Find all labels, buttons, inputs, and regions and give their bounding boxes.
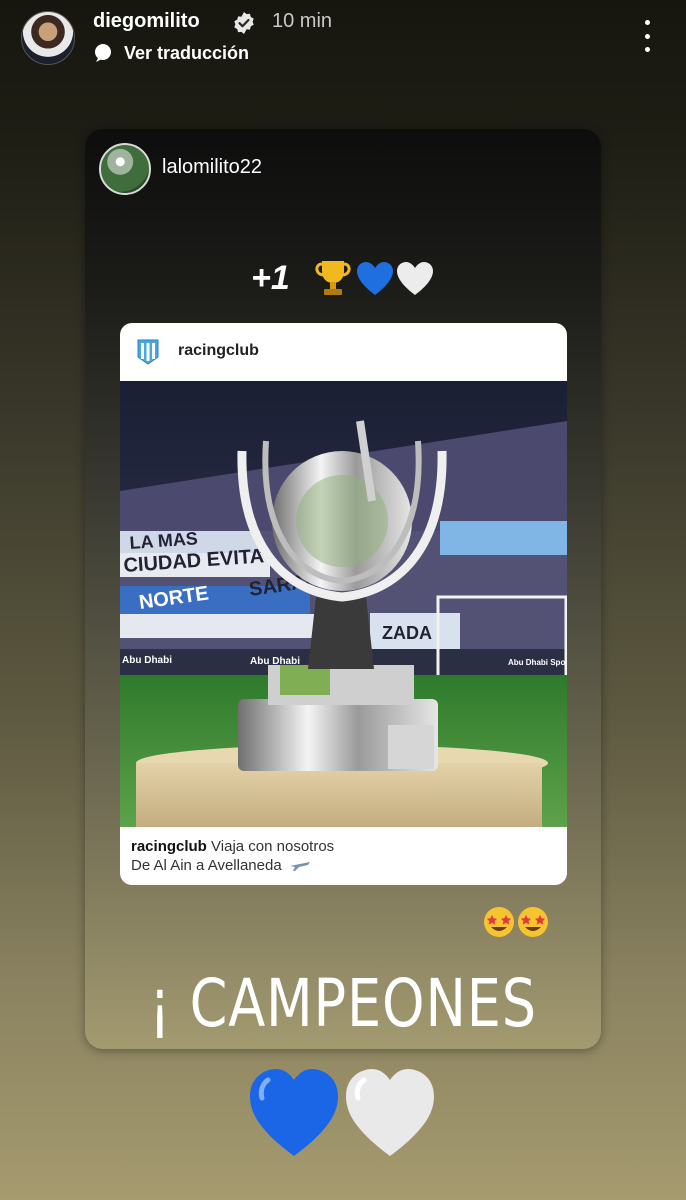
shared-story-card[interactable]: lalomilito22 +1 racingclub LA MAS CIUDAD… xyxy=(85,129,601,1049)
blue-heart-icon xyxy=(357,262,393,295)
big-blue-heart-icon xyxy=(250,1069,338,1156)
shared-story-username[interactable]: lalomilito22 xyxy=(162,156,262,179)
ad-board-text-3: Abu Dhabi Sports Council xyxy=(508,658,567,667)
ad-board-text-1: Abu Dhabi xyxy=(122,655,172,666)
headline-text: ¡ CAMPEONES ! xyxy=(149,965,537,1049)
story-username[interactable]: diegomilito xyxy=(93,10,200,33)
caption-line-1: Viaja con nosotros xyxy=(211,838,335,855)
translate-icon xyxy=(95,44,111,62)
big-white-heart-icon xyxy=(346,1069,434,1156)
banner-text-5: ZADA xyxy=(382,623,432,643)
shared-story-avatar[interactable] xyxy=(99,143,151,195)
caption-line-2: De Al Ain a Avellaneda xyxy=(131,857,282,874)
see-translation-button[interactable]: Ver traducción xyxy=(93,41,249,65)
star-struck-emoji-icon xyxy=(484,907,548,937)
trophy-photo: LA MAS CIUDAD EVITA NORTE SARAN ZADA Abu… xyxy=(120,381,567,827)
verified-badge-icon xyxy=(234,12,254,34)
caption-username[interactable]: racingclub xyxy=(131,838,207,855)
racing-club-logo xyxy=(137,339,159,365)
hearts-sticker xyxy=(250,1069,434,1156)
post-time: 10 min xyxy=(272,10,333,32)
white-heart-icon xyxy=(397,262,433,295)
more-options-icon[interactable] xyxy=(636,20,658,52)
post-username[interactable]: racingclub xyxy=(178,342,259,360)
profile-avatar[interactable] xyxy=(21,11,75,65)
airplane-icon xyxy=(289,862,310,872)
embedded-post[interactable]: racingclub LA MAS CIUDAD EVITA NORTE SAR… xyxy=(120,323,567,885)
post-caption: racingclub Viaja con nosotros De Al Ain … xyxy=(131,837,551,875)
trophy-icon xyxy=(315,261,351,295)
plus-one-text: +1 xyxy=(251,259,290,297)
see-translation-label: Ver traducción xyxy=(124,42,250,63)
